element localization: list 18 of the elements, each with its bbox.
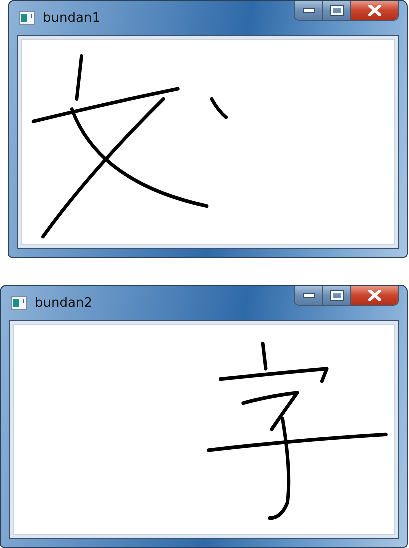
window-title: bundan1 bbox=[43, 10, 100, 26]
close-button[interactable] bbox=[351, 1, 398, 20]
maximize-button[interactable] bbox=[323, 1, 351, 20]
close-icon bbox=[368, 5, 382, 16]
app-icon bbox=[19, 11, 35, 25]
minimize-button[interactable] bbox=[295, 286, 323, 305]
minimize-button[interactable] bbox=[295, 1, 323, 20]
drawing-canvas[interactable] bbox=[21, 39, 395, 245]
maximize-icon bbox=[330, 6, 342, 15]
minimize-icon bbox=[302, 293, 314, 298]
app-icon bbox=[11, 296, 27, 310]
drawing-canvas[interactable] bbox=[13, 324, 395, 535]
close-button[interactable] bbox=[351, 286, 398, 305]
window-title: bundan2 bbox=[35, 296, 92, 310]
maximize-icon bbox=[330, 291, 342, 300]
close-icon bbox=[368, 290, 382, 301]
maximize-button[interactable] bbox=[323, 286, 351, 305]
minimize-icon bbox=[302, 8, 314, 13]
